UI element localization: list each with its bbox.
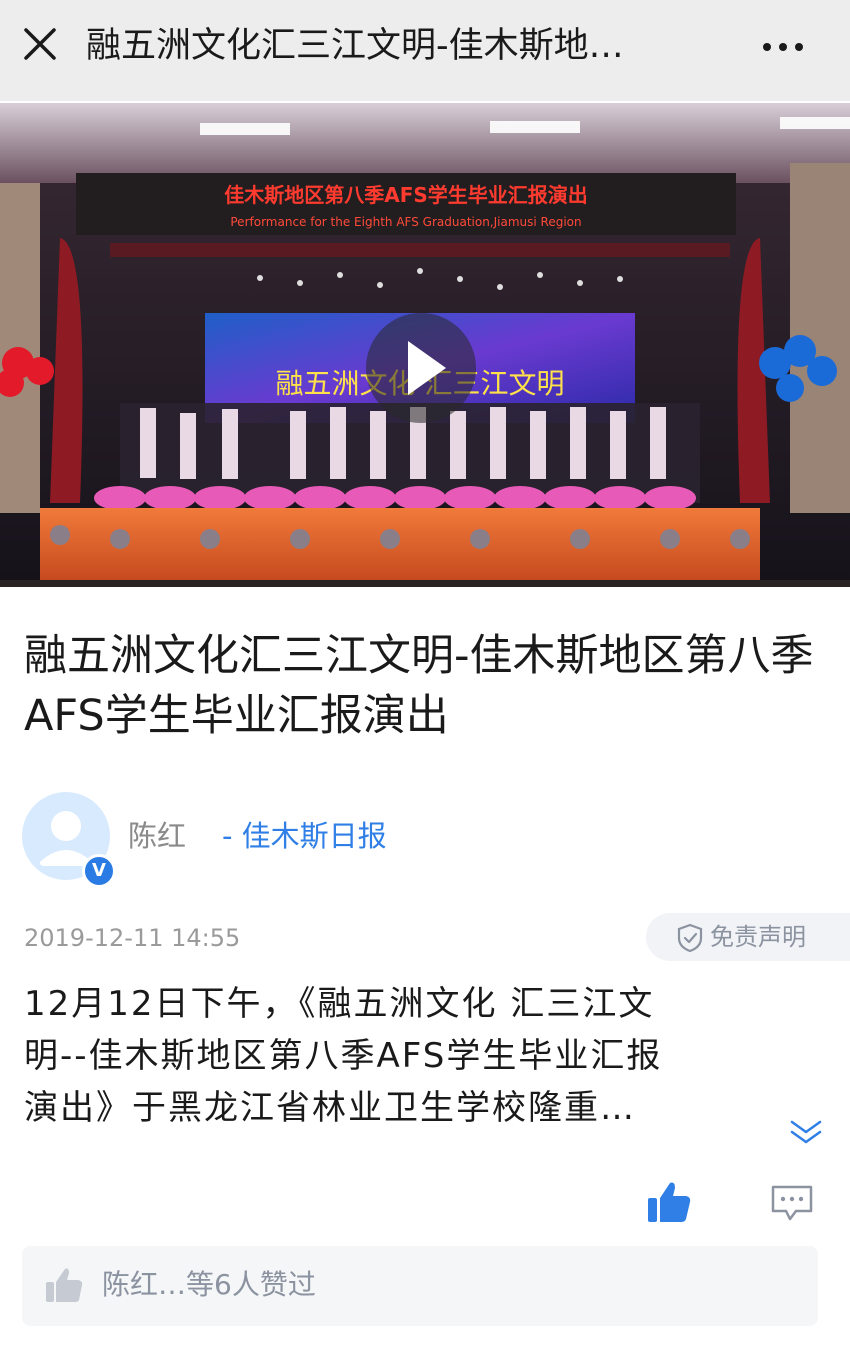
body-line: 12月12日下午，《融五洲文化 汇三江文 [24, 984, 655, 1024]
article-title: 融五洲文化汇三江文明-佳木斯地区第八季AFS学生毕业汇报演出 [24, 631, 814, 741]
banner-en: Performance for the Eighth AFS Graduatio… [230, 215, 581, 229]
chevron-down-icon[interactable] [788, 1118, 824, 1148]
publish-date: 2019-12-11 14:55 [24, 924, 241, 952]
body-line: 演出》于黑龙江省林业卫生学校隆重… [24, 1088, 636, 1128]
author-source-link[interactable]: - 佳木斯日报 [222, 818, 387, 854]
more-horizontal-icon[interactable] [758, 30, 808, 64]
thumbs-up-icon[interactable] [646, 1180, 692, 1224]
video-player[interactable]: 佳木斯地区第八季AFS学生毕业汇报演出 Performance for the … [0, 103, 850, 587]
shield-check-icon [677, 923, 703, 953]
thumbs-up-icon [46, 1268, 83, 1302]
author-row: V 陈红 - 佳木斯日报 [22, 792, 822, 888]
disclaimer-button[interactable]: 免责声明 [646, 913, 850, 961]
verified-badge: V [82, 854, 116, 888]
comment-icon[interactable] [770, 1184, 814, 1222]
top-bar: 融五洲文化汇三江文明-佳木斯地… [0, 0, 850, 101]
disclaimer-label: 免责声明 [710, 923, 806, 951]
play-icon[interactable] [366, 313, 476, 423]
banner-cn: 佳木斯地区第八季AFS学生毕业汇报演出 [224, 183, 588, 207]
body-line: 明--佳木斯地区第八季AFS学生毕业汇报 [24, 1036, 663, 1076]
article-body: 12月12日下午，《融五洲文化 汇三江文 明--佳木斯地区第八季AFS学生毕业汇… [24, 978, 794, 1134]
likes-summary-text: 陈红…等6人赞过 [102, 1268, 316, 1301]
author-name: 陈红 [128, 819, 187, 853]
page-title: 融五洲文化汇三江文明-佳木斯地… [86, 26, 624, 66]
close-icon[interactable] [20, 24, 60, 64]
likes-summary-bar[interactable]: 陈红…等6人赞过 [22, 1246, 818, 1326]
